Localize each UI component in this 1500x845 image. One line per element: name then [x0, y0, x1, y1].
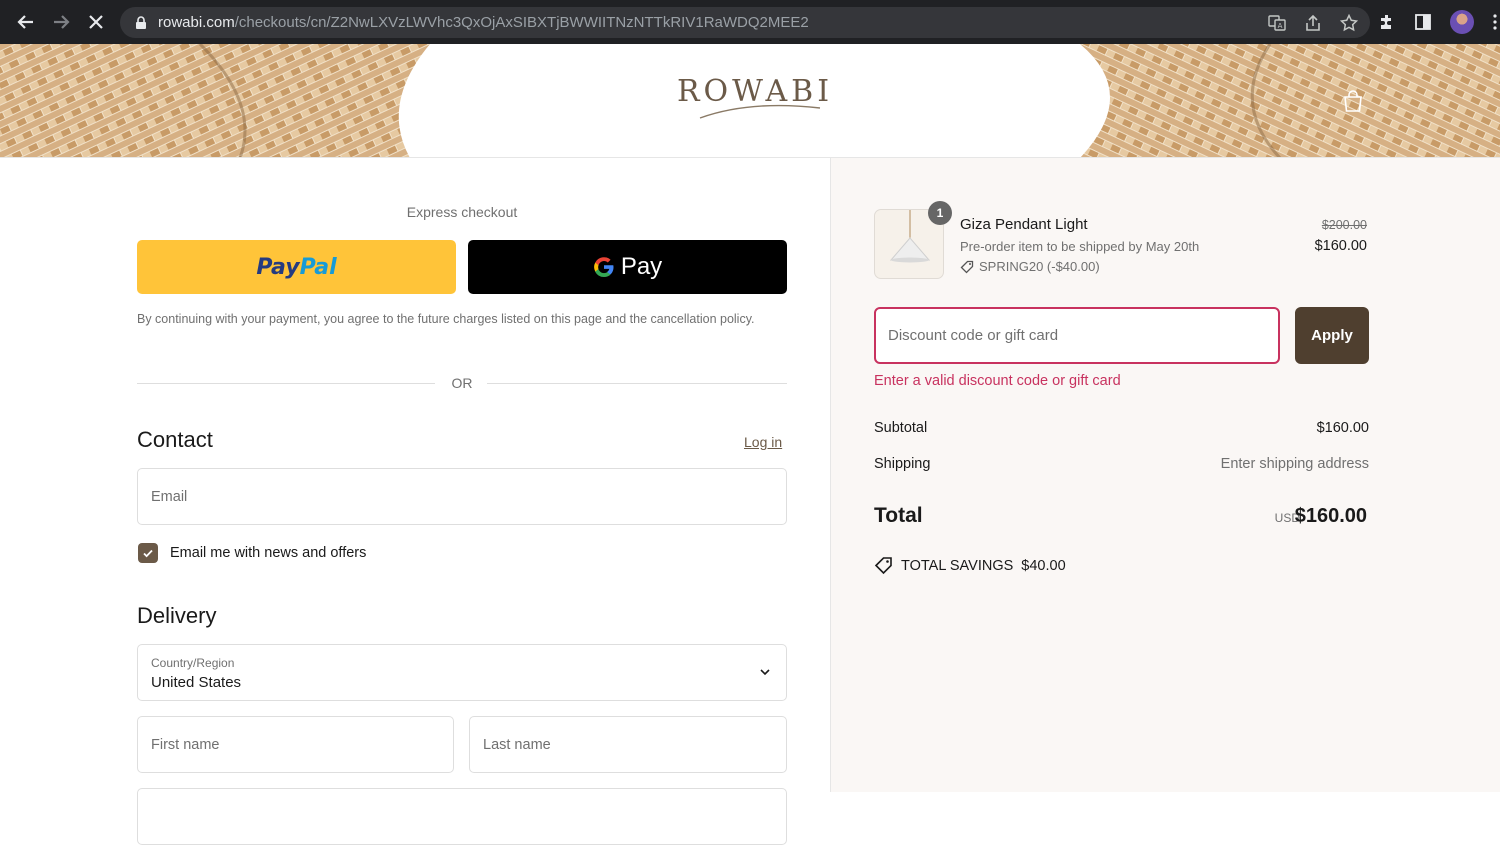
forward-button[interactable]	[43, 4, 79, 40]
first-name-field[interactable]: First name	[137, 716, 454, 773]
total-value: $160.00	[1294, 505, 1367, 527]
country-region-label: Country/Region	[151, 656, 235, 670]
email-placeholder: Email	[151, 489, 188, 505]
shipping-label: Shipping	[874, 456, 931, 472]
product-preorder-note: Pre-order item to be shipped by May 20th	[960, 239, 1200, 254]
subtotal-label: Subtotal	[874, 420, 928, 436]
or-label: OR	[451, 375, 473, 391]
last-name-placeholder: Last name	[483, 737, 551, 753]
or-divider: OR	[137, 374, 787, 394]
newsletter-checkbox[interactable]	[138, 543, 158, 563]
url-host: rowabi.com	[158, 14, 235, 31]
url-path: /checkouts/cn/Z2NwLXVzLWVhc3QxOjAxSIBXTj…	[234, 14, 809, 31]
subtotal-value: $160.00	[1316, 420, 1369, 436]
address-field[interactable]	[137, 788, 787, 845]
google-pay-button[interactable]: Pay	[468, 240, 787, 294]
country-region-value: United States	[151, 674, 242, 691]
extensions-icon[interactable]	[1378, 13, 1396, 31]
chevron-down-icon	[760, 669, 770, 676]
lock-icon	[136, 15, 146, 29]
side-panel-icon[interactable]	[1414, 13, 1432, 31]
rattan-lamp-image-right	[1080, 44, 1500, 157]
store-logo[interactable]: ROWABI	[670, 70, 840, 130]
express-checkout-title: Express checkout	[406, 204, 518, 220]
back-button[interactable]	[8, 4, 44, 40]
apply-discount-button[interactable]: Apply	[1295, 307, 1369, 364]
email-field[interactable]: Email	[137, 468, 787, 525]
close-icon	[89, 15, 103, 29]
more-menu-icon[interactable]	[1492, 13, 1498, 31]
discount-error-message: Enter a valid discount code or gift card	[874, 373, 1121, 389]
paypal-button[interactable]: Pay Pal	[137, 240, 456, 294]
product-discount: SPRING20 (-$40.00)	[960, 259, 1100, 274]
country-region-select[interactable]: Country/Region United States	[137, 644, 787, 701]
address-bar[interactable]: rowabi.com/checkouts/cn/Z2NwLXVzLWVhc3Qx…	[120, 7, 1370, 38]
first-name-placeholder: First name	[151, 737, 220, 753]
payment-consent-text: By continuing with your payment, you agr…	[137, 312, 755, 326]
delivery-heading: Delivery	[137, 603, 217, 628]
profile-avatar[interactable]	[1450, 10, 1474, 34]
arrow-left-icon	[17, 15, 33, 29]
tag-icon	[960, 260, 974, 273]
divider-line	[487, 383, 787, 384]
paypal-logo-part1: Pay	[256, 254, 300, 280]
total-label: Total	[874, 504, 923, 527]
browser-toolbar: rowabi.com/checkouts/cn/Z2NwLXVzLWVhc3Qx…	[0, 0, 1500, 44]
tag-icon	[874, 557, 892, 575]
translate-icon[interactable]: A	[1268, 14, 1286, 32]
checkmark-icon	[143, 549, 153, 558]
discount-code-field[interactable]	[874, 307, 1280, 364]
savings-label: TOTAL SAVINGS	[901, 557, 1014, 574]
stop-loading-button[interactable]	[78, 4, 114, 40]
discount-code-input[interactable]	[888, 309, 1268, 362]
savings-value: $40.00	[1021, 557, 1066, 574]
arrow-right-icon	[54, 15, 70, 29]
product-final-price: $160.00	[1314, 238, 1367, 254]
quantity-badge: 1	[928, 201, 952, 225]
share-icon[interactable]	[1304, 14, 1322, 32]
contact-heading: Contact	[137, 427, 213, 452]
total-savings: TOTAL SAVINGS $40.00	[874, 556, 1066, 575]
order-summary: 1 Giza Pendant Light Pre-order item to b…	[830, 158, 1500, 792]
google-g-icon	[593, 257, 614, 278]
product-discount-code: SPRING20 (-$40.00)	[979, 259, 1100, 274]
last-name-field[interactable]: Last name	[469, 716, 787, 773]
bookmark-star-icon[interactable]	[1340, 13, 1358, 32]
product-name: Giza Pendant Light	[960, 216, 1088, 233]
login-link[interactable]: Log in	[744, 434, 782, 450]
newsletter-label: Email me with news and offers	[170, 545, 367, 561]
shipping-value: Enter shipping address	[1220, 456, 1369, 472]
divider-line	[137, 383, 435, 384]
logo-swash-icon	[699, 104, 821, 119]
store-header: ROWABI	[0, 44, 1500, 158]
svg-text:A: A	[1278, 22, 1283, 30]
rattan-lamp-image-left	[0, 44, 430, 157]
google-pay-label: Pay	[620, 253, 663, 280]
product-original-price: $200.00	[1321, 218, 1367, 232]
shopping-bag-icon[interactable]	[1340, 88, 1366, 114]
checkout-form: Express checkout Pay Pal Pay By continuin…	[0, 158, 830, 845]
paypal-logo-part2: Pal	[299, 254, 337, 280]
